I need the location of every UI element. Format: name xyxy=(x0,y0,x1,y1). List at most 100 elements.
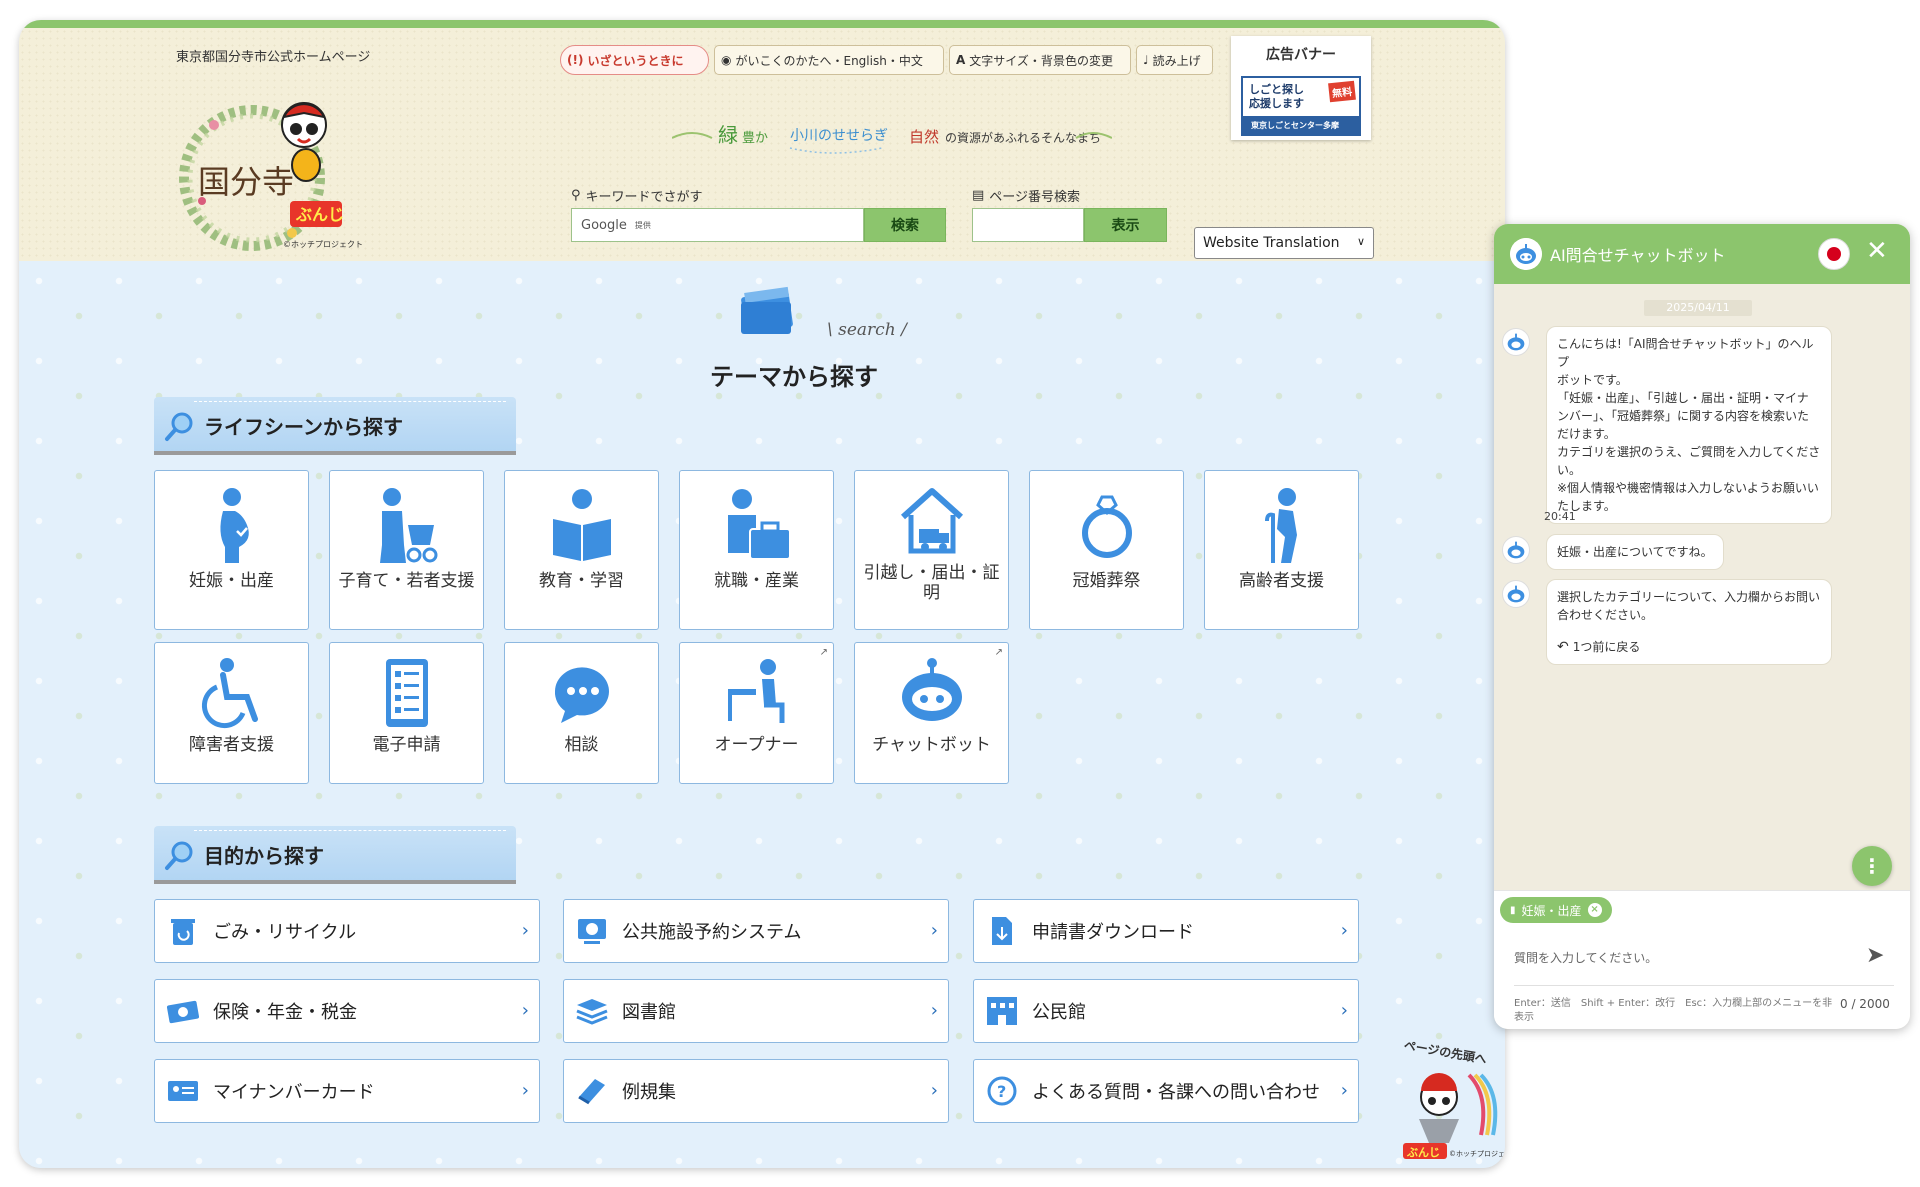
svg-text:©ホッチプロジェクト: ©ホッチプロジェクト xyxy=(1449,1150,1505,1158)
svg-text:自然: 自然 xyxy=(909,128,939,146)
external-link-icon: ↗ xyxy=(819,647,828,658)
back-to-top-button[interactable]: ページの先頭へ ぶんじ ©ホッチプロジェクト xyxy=(1389,1035,1505,1165)
house-truck-icon xyxy=(900,488,963,554)
remove-chip-icon[interactable]: × xyxy=(1587,903,1602,917)
chevron-right-icon: › xyxy=(521,920,529,941)
back-one-step-button[interactable]: ↶ 1つ前に戻る xyxy=(1557,638,1821,656)
kokubunji-logo[interactable]: 国分寺 ぶんじ xyxy=(172,73,372,263)
life-scene-section-title: ライフシーンから探す xyxy=(154,397,516,455)
site-name: 東京都国分寺市公式ホームページ xyxy=(176,50,371,65)
speech-bubble-icon xyxy=(554,667,609,723)
page-number-search-label: ▤ ページ番号検索 xyxy=(972,188,1081,205)
page-number-input[interactable] xyxy=(972,208,1084,242)
chevron-right-icon: › xyxy=(930,1000,938,1021)
chevron-right-icon: › xyxy=(521,1000,529,1021)
more-menu-button[interactable]: ⋮ xyxy=(1852,846,1892,886)
book-icon xyxy=(574,1073,610,1109)
link-library[interactable]: 図書館 › xyxy=(563,979,949,1043)
question-circle-icon: ? xyxy=(984,1073,1020,1109)
close-icon[interactable]: ✕ xyxy=(1866,236,1888,266)
shigoto-center-banner[interactable]: しごと探し 応援します 無料 東京しごとセンター多摩 xyxy=(1241,76,1361,136)
trash-can-icon xyxy=(165,913,201,949)
keyword-search-button[interactable]: 検索 xyxy=(864,208,946,242)
slogan: 緑 豊か 小川のせせらぎ 自然 の資源があふれるそんなまち xyxy=(672,123,1112,154)
robot-avatar-icon xyxy=(1502,536,1530,564)
wheelchair-icon xyxy=(201,658,258,729)
svg-text:ぶんじ: ぶんじ xyxy=(295,205,344,224)
page-number-show-button[interactable]: 表示 xyxy=(1084,208,1167,242)
money-icon xyxy=(165,993,201,1029)
folder-search-icon xyxy=(741,286,793,334)
tile-pregnancy[interactable]: 妊娠・出産 xyxy=(154,470,309,630)
magnifier-icon xyxy=(165,412,193,441)
person-at-desk-icon xyxy=(727,659,784,723)
tablet-form-icon xyxy=(385,659,428,727)
robot-avatar-icon xyxy=(1510,238,1542,270)
tile-consultation[interactable]: 相談 xyxy=(504,642,659,784)
tile-employment[interactable]: 就職・産業 xyxy=(679,470,834,630)
read-aloud-button[interactable]: ♩ 読み上げ xyxy=(1136,45,1213,75)
chatbot-header: AI問合せチャットボット ✕ xyxy=(1494,224,1910,284)
tile-opener[interactable]: ↗ オープナー xyxy=(679,642,834,784)
stroller-icon xyxy=(379,488,437,563)
question-input[interactable]: 質問を入力してください。 xyxy=(1514,949,1834,966)
category-chip-pregnancy[interactable]: ▮ 妊娠・出産 × xyxy=(1500,897,1612,923)
chevron-right-icon: › xyxy=(521,1080,529,1101)
tile-e-application[interactable]: 電子申請 xyxy=(329,642,484,784)
link-regulations[interactable]: 例規集 › xyxy=(563,1059,949,1123)
tile-education[interactable]: 教育・学習 xyxy=(504,470,659,630)
chevron-right-icon: › xyxy=(930,1080,938,1101)
purpose-section-title: 目的から探す xyxy=(154,826,516,884)
magnifier-icon xyxy=(165,841,193,870)
link-faq-inquiries[interactable]: ? よくある質問・各課への問い合わせ › xyxy=(973,1059,1359,1123)
tile-childcare[interactable]: 子育て・若者支援 xyxy=(329,470,484,630)
reading-book-icon xyxy=(552,489,611,561)
chevron-right-icon: › xyxy=(1340,1000,1348,1021)
link-insurance-pension-tax[interactable]: 保険・年金・税金 › xyxy=(154,979,540,1043)
building-icon xyxy=(984,993,1020,1029)
ring-icon xyxy=(1081,495,1132,558)
svg-text:緑: 緑 xyxy=(718,123,738,147)
page-card: 東京都国分寺市公式ホームページ 国分寺 ぶんじ ©ホッチプロジェクト (!) い… xyxy=(19,20,1505,1168)
character-count: 0 / 2000 xyxy=(1840,997,1890,1011)
japan-flag-language-button[interactable] xyxy=(1818,238,1850,270)
svg-text:ページの先頭へ: ページの先頭へ xyxy=(1403,1037,1488,1066)
foreign-language-button[interactable]: ◉ がいこくのかたへ・English・中文 xyxy=(714,45,944,75)
elderly-person-icon xyxy=(1264,488,1297,563)
chat-date: 2025/04/11 xyxy=(1644,300,1752,316)
svg-text:豊か: 豊か xyxy=(742,131,768,146)
chatbot-panel: AI問合せチャットボット ✕ 2025/04/11 こんにちは!「AI問合せチャ… xyxy=(1494,224,1910,1029)
pregnant-person-icon xyxy=(219,488,249,563)
magnifier-icon: ⚲ xyxy=(571,188,581,203)
tile-moving-registration[interactable]: 引越し・届出・証明 xyxy=(854,470,1009,630)
robot-avatar-icon xyxy=(1502,328,1530,356)
tile-chatbot[interactable]: ↗ チャットボット xyxy=(854,642,1009,784)
books-icon xyxy=(574,993,610,1029)
link-garbage-recycling[interactable]: ごみ・リサイクル › xyxy=(154,899,540,963)
emergency-icon: (!) xyxy=(567,53,584,67)
emergency-button[interactable]: (!) いざというときに xyxy=(560,45,709,75)
link-facility-reservation[interactable]: 公共施設予約システム › xyxy=(563,899,949,963)
link-form-download[interactable]: 申請書ダウンロード › xyxy=(973,899,1359,963)
globe-icon: ◉ xyxy=(721,53,732,67)
tile-disability-support[interactable]: 障害者支援 xyxy=(154,642,309,784)
send-icon[interactable]: ➤ xyxy=(1866,943,1884,968)
ad-title: 広告バナー xyxy=(1266,47,1336,63)
link-my-number-card[interactable]: マイナンバーカード › xyxy=(154,1059,540,1123)
text-size-icon: A xyxy=(956,53,966,67)
message-time: 20:41 xyxy=(1544,510,1576,523)
website-translation-select[interactable]: Website Translation ∨ xyxy=(1194,227,1374,259)
keyboard-hint: Enter：送信 Shift + Enter：改行 Esc：入力欄上部のメニュー… xyxy=(1514,998,1833,1023)
external-link-icon: ↗ xyxy=(994,647,1003,658)
bot-message-category: 妊娠・出産についてですね。 xyxy=(1546,534,1724,570)
monitor-clock-icon xyxy=(574,913,610,949)
search-decoration: \ search / xyxy=(827,320,907,340)
keyword-search-input[interactable]: Google 提供 xyxy=(571,208,864,242)
tile-elderly-support[interactable]: 高齢者支援 xyxy=(1204,470,1359,630)
svg-text:ぶんじ: ぶんじ xyxy=(1406,1146,1440,1159)
link-community-center[interactable]: 公民館 › xyxy=(973,979,1359,1043)
tile-ceremonies[interactable]: 冠婚葬祭 xyxy=(1029,470,1184,630)
text-size-button[interactable]: A 文字サイズ・背景色の変更 xyxy=(949,45,1131,75)
site-header: 東京都国分寺市公式ホームページ 国分寺 ぶんじ ©ホッチプロジェクト (!) い… xyxy=(19,28,1505,261)
tag-icon: ▮ xyxy=(1510,904,1516,916)
